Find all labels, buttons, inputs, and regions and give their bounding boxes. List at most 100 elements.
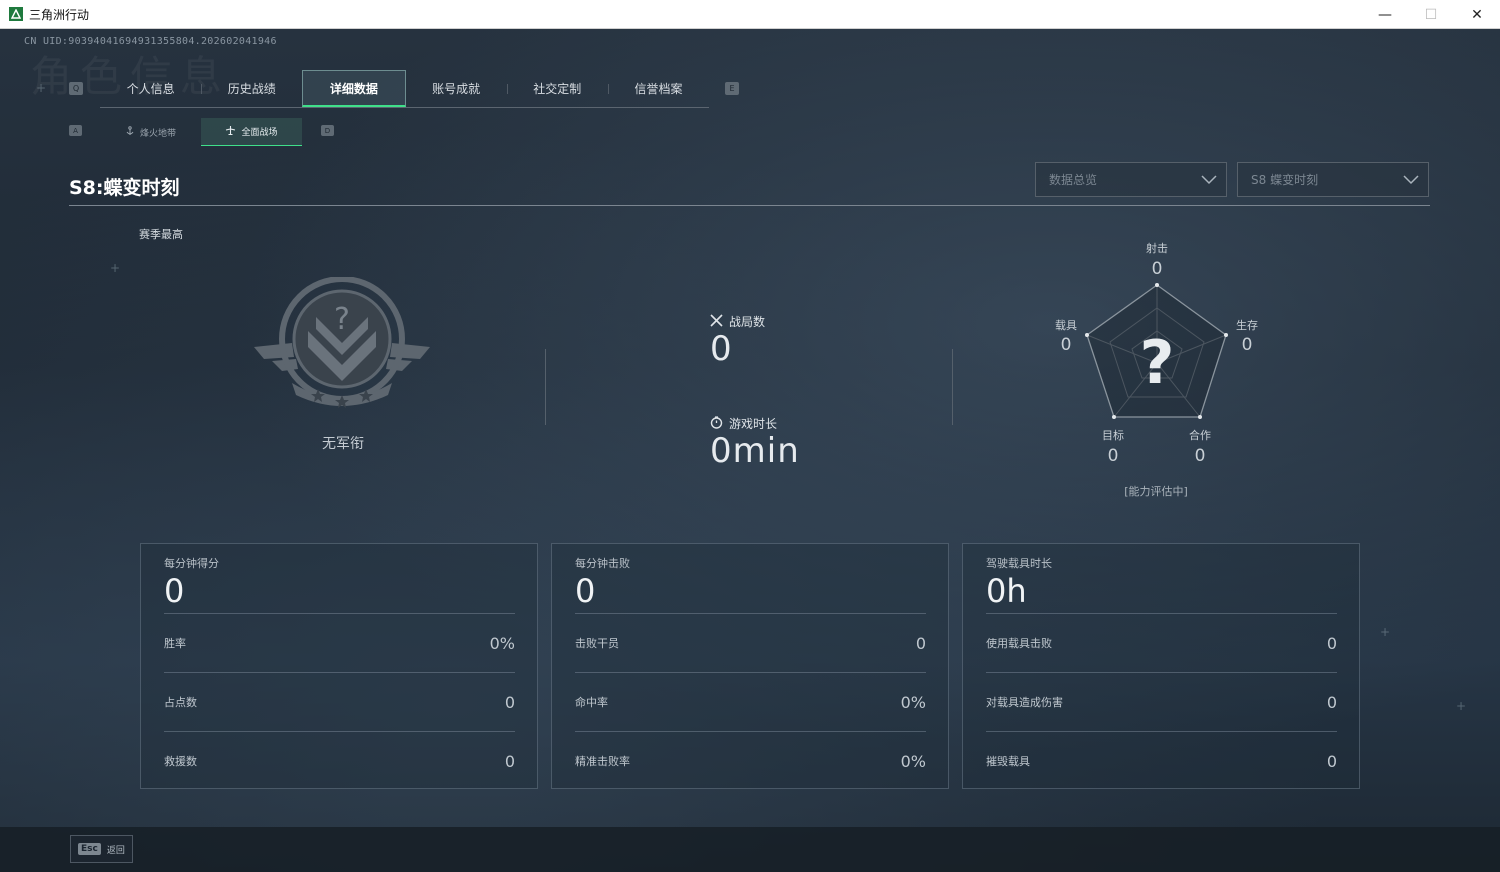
stat-row: 胜率 0% — [164, 613, 515, 672]
bottom-bar — [0, 827, 1500, 872]
radar-label-vehicle: 载具 — [1055, 319, 1077, 332]
stat-row-value: 0% — [489, 633, 515, 653]
stat-row-value: 0 — [915, 633, 926, 653]
radar-status-note: [能力评估中] — [1124, 485, 1188, 498]
stat-row-label: 胜率 — [164, 637, 186, 650]
dropdown-value: 数据总览 — [1049, 173, 1098, 187]
tab-social-custom[interactable]: 社交定制 — [506, 70, 608, 107]
card-main-value: 0 — [164, 572, 185, 610]
subtab-label: 全面战场 — [241, 128, 278, 138]
chevron-down-icon — [1200, 171, 1218, 190]
main-tabs: 个人信息 历史战绩 详细数据 账号成就 社交定制 信誉档案 — [100, 70, 709, 108]
stopwatch-icon — [710, 415, 723, 432]
radar-label-objective: 目标 — [1102, 429, 1124, 442]
stat-row-label: 精准击败率 — [575, 755, 630, 768]
radar-value-vehicle: 0 — [1060, 335, 1072, 355]
stat-row-label: 摧毁载具 — [986, 755, 1030, 768]
decor-cross-icon: + — [36, 81, 47, 95]
playtime-label-text: 游戏时长 — [729, 417, 778, 431]
user-uid: CN UID:90394041694931355804.202602041946 — [24, 36, 277, 47]
stat-row: 使用载具击败 0 — [986, 613, 1337, 672]
chevron-down-icon — [1402, 171, 1420, 190]
radar-value-teamwork: 0 — [1194, 446, 1206, 466]
esc-key-hint: Esc — [78, 843, 101, 855]
card-title: 每分钟得分 — [164, 557, 219, 570]
stat-row-label: 对载具造成伤害 — [986, 696, 1063, 709]
matches-label-text: 战局数 — [729, 315, 766, 329]
stat-row-value: 0 — [1326, 692, 1337, 712]
rank-name: 无军衔 — [322, 436, 364, 452]
season-dropdown[interactable]: S8 蝶变时刻 — [1237, 162, 1429, 197]
divider — [69, 205, 1430, 206]
matches-label: 战局数 — [710, 313, 765, 330]
key-hint-q: Q — [69, 82, 83, 95]
subtab-label: 烽火地带 — [139, 128, 176, 139]
decor-cross-icon: + — [1456, 699, 1467, 713]
stat-row-label: 占点数 — [164, 696, 197, 709]
decor-cross-icon: + — [1380, 625, 1391, 639]
dropdown-value: S8 蝶变时刻 — [1251, 173, 1319, 187]
playtime-value: 0min — [710, 431, 800, 471]
window-titlebar: 三角洲行动 — ☐ ✕ — [0, 0, 1500, 29]
card-title: 驾驶载具时长 — [986, 557, 1052, 570]
season-title: S8:蝶变时刻 — [69, 177, 180, 199]
game-viewport: 角色信息 CN UID:90394041694931355804.2026020… — [0, 29, 1500, 872]
back-label: 返回 — [106, 845, 125, 856]
divider — [952, 349, 953, 425]
stat-row: 救援数 0 — [164, 731, 515, 790]
tab-detailed-data[interactable]: 详细数据 — [302, 70, 406, 107]
radar-value-shooting: 0 — [1151, 259, 1163, 279]
card-main-value: 0 — [575, 572, 596, 610]
tab-achievements[interactable]: 账号成就 — [406, 70, 507, 107]
app-logo-icon — [9, 7, 23, 21]
aircraft-icon — [225, 125, 236, 139]
stat-row: 命中率 0% — [575, 672, 926, 731]
radar-value-survival: 0 — [1241, 335, 1253, 355]
stat-card-vehicle: 驾驶载具时长 0h 使用载具击败 0 对载具造成伤害 0 摧毁载具 0 — [962, 543, 1360, 789]
stat-row: 精准击败率 0% — [575, 731, 926, 790]
stat-row-label: 救援数 — [164, 755, 197, 768]
minimize-button[interactable]: — — [1362, 0, 1408, 29]
decor-cross-icon: + — [110, 261, 121, 275]
radar-label-teamwork: 合作 — [1189, 429, 1211, 442]
rank-badge-icon: ? — [252, 276, 432, 415]
stat-row-value: 0 — [504, 692, 515, 712]
window-title: 三角洲行动 — [29, 7, 90, 22]
matches-value: 0 — [710, 329, 733, 369]
key-hint-e: E — [725, 82, 739, 95]
subtab-full-battlefield[interactable]: 全面战场 — [201, 118, 302, 146]
playtime-label: 游戏时长 — [710, 415, 777, 432]
stat-row-value: 0 — [1326, 633, 1337, 653]
mode-subtabs: 烽火地带 全面战场 — [100, 118, 302, 146]
radar-center-symbol: ? — [1140, 328, 1175, 398]
tab-credit-record[interactable]: 信誉档案 — [607, 70, 709, 107]
stat-row-value: 0% — [900, 751, 926, 771]
maximize-button[interactable]: ☐ — [1408, 0, 1454, 29]
tab-match-history[interactable]: 历史战绩 — [201, 70, 302, 107]
subtab-hazard-zone[interactable]: 烽火地带 — [100, 118, 201, 146]
stat-row: 摧毁载具 0 — [986, 731, 1337, 790]
stat-row-value: 0 — [1326, 751, 1337, 771]
back-button[interactable]: Esc 返回 — [70, 835, 133, 863]
close-button[interactable]: ✕ — [1454, 0, 1500, 29]
svg-text:?: ? — [334, 302, 350, 337]
stat-row: 击败干员 0 — [575, 613, 926, 672]
season-best-label: 赛季最高 — [139, 228, 183, 241]
data-type-dropdown[interactable]: 数据总览 — [1035, 162, 1227, 197]
stat-row: 占点数 0 — [164, 672, 515, 731]
radar-label-shooting: 射击 — [1146, 242, 1168, 255]
stat-row: 对载具造成伤害 0 — [986, 672, 1337, 731]
radar-value-objective: 0 — [1107, 446, 1119, 466]
stat-row-label: 使用载具击败 — [986, 637, 1052, 650]
tab-personal-info[interactable]: 个人信息 — [100, 70, 201, 107]
stat-row-label: 命中率 — [575, 696, 608, 709]
stat-row-label: 击败干员 — [575, 637, 619, 650]
stat-row-value: 0% — [900, 692, 926, 712]
card-main-value: 0h — [986, 572, 1027, 610]
stat-card-score: 每分钟得分 0 胜率 0% 占点数 0 救援数 0 — [140, 543, 538, 789]
key-hint-d: D — [321, 125, 334, 136]
anchor-icon — [125, 125, 135, 139]
stat-row-value: 0 — [504, 751, 515, 771]
radar-label-survival: 生存 — [1236, 319, 1258, 332]
divider — [545, 349, 546, 425]
